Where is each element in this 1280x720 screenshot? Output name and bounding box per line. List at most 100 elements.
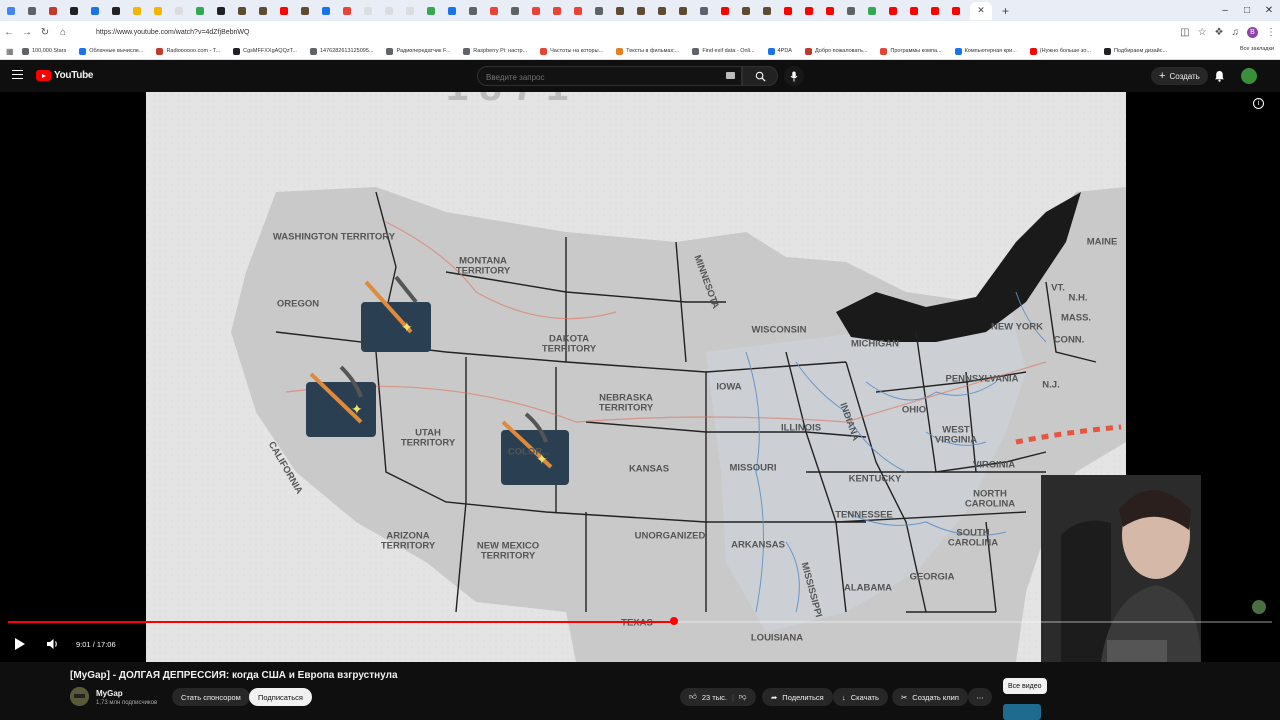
browser-tab-favicon[interactable] <box>909 6 918 15</box>
browser-tab-favicon[interactable] <box>699 6 708 15</box>
browser-tab-favicon[interactable] <box>69 6 78 15</box>
browser-tab-favicon[interactable] <box>426 6 435 15</box>
share-button[interactable]: ➦ Поделиться <box>762 688 833 706</box>
create-button[interactable]: + Создать <box>1151 67 1208 85</box>
back-icon[interactable]: ← <box>0 27 18 38</box>
bookmark-item[interactable]: Радиопередатчик F... <box>386 47 450 55</box>
play-button[interactable] <box>0 632 40 656</box>
more-actions-button[interactable]: ⋯ <box>968 688 992 706</box>
browser-tab-favicon[interactable] <box>867 6 876 15</box>
bookmark-item[interactable]: Подбираем дизайс... <box>1103 47 1167 55</box>
browser-tab-favicon[interactable] <box>615 6 624 15</box>
channel-name[interactable]: MyGap <box>96 689 123 698</box>
browser-tab-favicon[interactable] <box>48 6 57 15</box>
youtube-logo[interactable]: YouTube <box>36 70 94 81</box>
browser-tab-favicon[interactable] <box>174 6 183 15</box>
menu-icon[interactable] <box>12 70 23 79</box>
install-app-icon[interactable]: ◫ <box>1180 27 1189 38</box>
browser-tab-favicon[interactable] <box>783 6 792 15</box>
bookmark-item[interactable]: 1476282613125095... <box>309 47 373 55</box>
browser-tab-favicon[interactable] <box>804 6 813 15</box>
keyboard-icon[interactable] <box>726 72 735 79</box>
bookmark-item[interactable]: Find exif data - Onli... <box>692 47 755 55</box>
browser-tab-favicon[interactable] <box>195 6 204 15</box>
active-tab-close-icon[interactable]: ✕ <box>970 1 992 20</box>
browser-tab-favicon[interactable] <box>825 6 834 15</box>
account-avatar[interactable] <box>1241 68 1257 84</box>
close-window-icon[interactable]: ✕ <box>1258 5 1280 16</box>
notifications-button[interactable] <box>1214 69 1225 87</box>
media-control-icon[interactable]: ♫ <box>1232 27 1240 38</box>
browser-tab-favicon[interactable] <box>6 6 15 15</box>
browser-tab-favicon[interactable] <box>930 6 939 15</box>
browser-tab-favicon[interactable] <box>300 6 309 15</box>
browser-tab-favicon[interactable] <box>888 6 897 15</box>
channel-watermark[interactable] <box>1252 600 1266 614</box>
home-icon[interactable]: ⌂ <box>54 27 72 38</box>
browser-tab-favicon[interactable] <box>321 6 330 15</box>
like-button[interactable]: 👍︎ 23 тыс. | 👎︎ <box>680 688 756 706</box>
bookmark-item[interactable]: (Нужно больше зо... <box>1029 47 1091 55</box>
search-input[interactable] <box>478 68 714 87</box>
bookmark-item[interactable]: Raspberry Pi: настр... <box>463 47 527 55</box>
info-icon[interactable]: i <box>1253 98 1264 109</box>
browser-tab-favicon[interactable] <box>258 6 267 15</box>
extensions-icon[interactable]: ❖ <box>1215 27 1224 38</box>
thumbs-down-icon[interactable]: 👎︎ <box>739 692 747 702</box>
subscribe-button[interactable]: Подписаться <box>249 688 312 706</box>
bookmark-item[interactable]: Компьютерная кри... <box>954 47 1017 55</box>
recommended-thumbnail[interactable] <box>1003 704 1041 720</box>
bookmark-item[interactable]: 100,000 Stars <box>22 47 66 55</box>
browser-tab-favicon[interactable] <box>636 6 645 15</box>
browser-tab-favicon[interactable] <box>951 6 960 15</box>
browser-tab-favicon[interactable] <box>363 6 372 15</box>
browser-tab-favicon[interactable] <box>846 6 855 15</box>
download-button[interactable]: ↓ Скачать <box>833 688 888 706</box>
browser-tab-favicon[interactable] <box>384 6 393 15</box>
browser-tab-favicon[interactable] <box>90 6 99 15</box>
browser-tab-favicon[interactable] <box>489 6 498 15</box>
browser-tab-favicon[interactable] <box>27 6 36 15</box>
browser-tab-favicon[interactable] <box>216 6 225 15</box>
new-tab-icon[interactable]: + <box>1002 4 1009 18</box>
all-videos-chip[interactable]: Все видео <box>1003 678 1047 694</box>
maximize-icon[interactable]: □ <box>1236 5 1258 16</box>
bookmark-item[interactable]: Программы компа... <box>880 47 942 55</box>
browser-tab-favicon[interactable] <box>573 6 582 15</box>
clip-button[interactable]: ✂ Создать клип <box>892 688 968 706</box>
bookmark-item[interactable]: Тексты в фильмах:... <box>616 47 679 55</box>
browser-tab-favicon[interactable] <box>657 6 666 15</box>
browser-tab-favicon[interactable] <box>720 6 729 15</box>
browser-tab-favicon[interactable] <box>153 6 162 15</box>
browser-tab-favicon[interactable] <box>552 6 561 15</box>
voice-search-button[interactable] <box>784 66 804 86</box>
browser-tab-favicon[interactable] <box>594 6 603 15</box>
video-player[interactable]: 1 8 7 1 <box>0 92 1280 662</box>
bookmark-item[interactable]: Добро пожаловать... <box>804 47 867 55</box>
volume-button[interactable] <box>40 632 64 656</box>
browser-tab-favicon[interactable] <box>531 6 540 15</box>
browser-tab-favicon[interactable] <box>132 6 141 15</box>
bookmark-item[interactable]: Облачные вычисле... <box>79 47 143 55</box>
address-bar[interactable]: https://www.youtube.com/watch?v=4dZfjBeb… <box>88 23 1148 41</box>
bookmark-star-icon[interactable]: ☆ <box>1198 27 1207 38</box>
browser-tab-favicon[interactable] <box>237 6 246 15</box>
browser-menu-icon[interactable]: ⋮ <box>1266 27 1276 38</box>
browser-tab-favicon[interactable] <box>678 6 687 15</box>
browser-tab-favicon[interactable] <box>510 6 519 15</box>
bookmark-item[interactable]: Частоты на которы... <box>540 47 603 55</box>
browser-tab-favicon[interactable] <box>468 6 477 15</box>
browser-tab-favicon[interactable] <box>405 6 414 15</box>
profile-avatar[interactable]: B <box>1247 26 1258 38</box>
search-button[interactable] <box>742 66 778 86</box>
browser-tab-favicon[interactable] <box>447 6 456 15</box>
channel-avatar[interactable] <box>70 687 89 706</box>
bookmark-item[interactable]: Radioooooo.com - T... <box>156 47 220 55</box>
bookmark-item[interactable]: 4PDA <box>767 47 792 55</box>
browser-tab-favicon[interactable] <box>279 6 288 15</box>
apps-grid-icon[interactable]: ▦ <box>6 47 14 56</box>
browser-tab-favicon[interactable] <box>342 6 351 15</box>
all-bookmarks-link[interactable]: Все закладки <box>1240 46 1274 52</box>
join-sponsor-button[interactable]: Стать спонсором <box>172 688 250 706</box>
progress-bar[interactable] <box>8 617 1272 625</box>
